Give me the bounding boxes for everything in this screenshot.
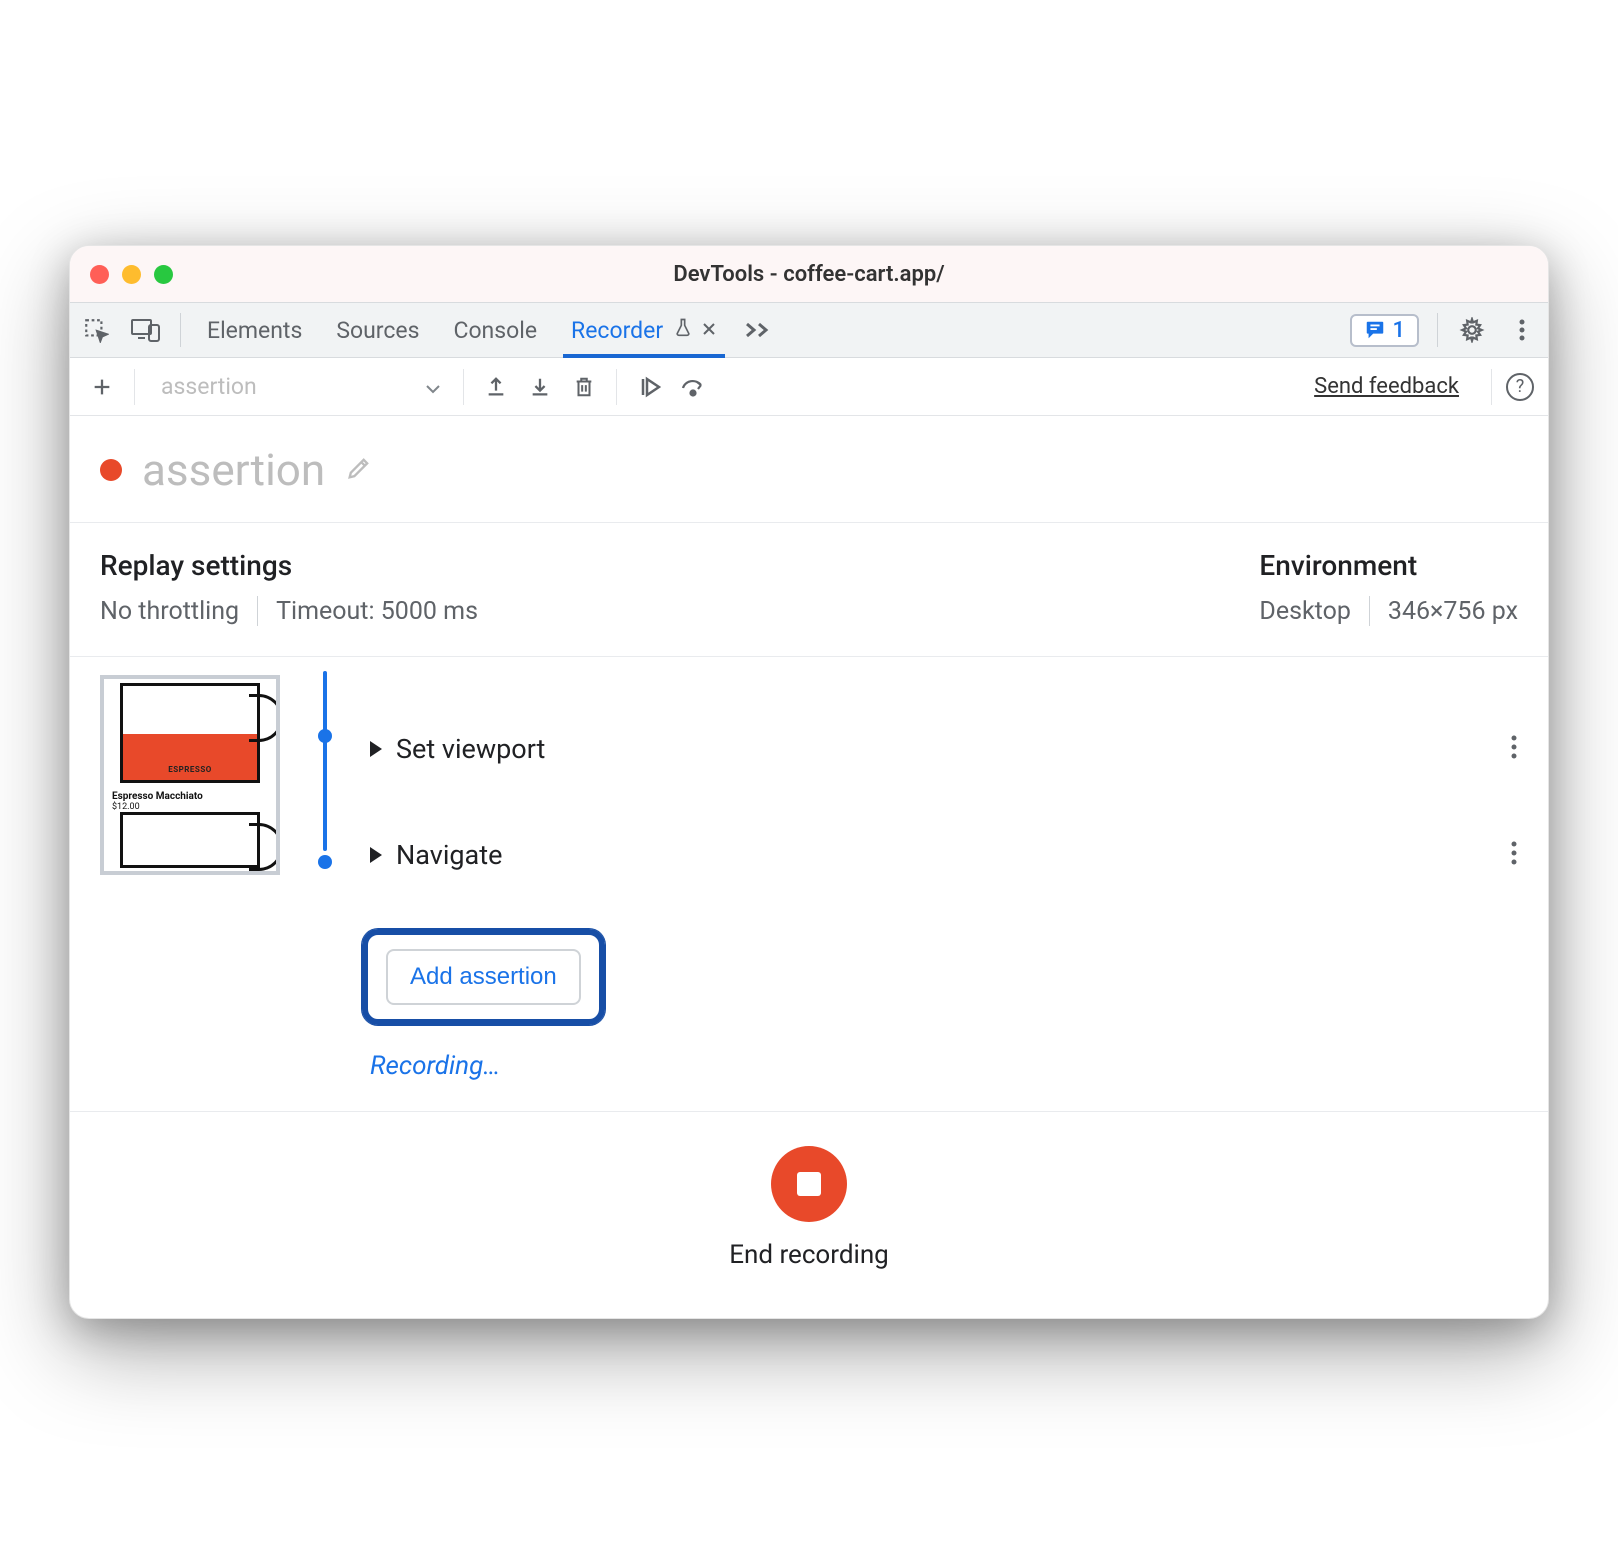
more-options-icon[interactable]	[1506, 314, 1538, 346]
panel-tabstrip: Elements Sources Console Recorder 1	[70, 302, 1548, 358]
step-label: Navigate	[396, 839, 502, 871]
replay-settings-heading: Replay settings	[100, 549, 478, 582]
tab-recorder-label: Recorder	[571, 317, 663, 344]
recording-title: assertion	[142, 444, 325, 496]
import-icon[interactable]	[522, 369, 558, 405]
chat-icon	[1364, 319, 1386, 341]
divider	[1369, 596, 1370, 626]
close-tab-icon[interactable]	[701, 318, 717, 342]
tab-recorder[interactable]: Recorder	[563, 302, 725, 358]
window-title: DevTools - coffee-cart.app/	[70, 262, 1548, 287]
step-menu-icon[interactable]	[1510, 840, 1518, 870]
new-recording-button[interactable]	[84, 369, 120, 405]
titlebar: DevTools - coffee-cart.app/	[70, 246, 1548, 302]
more-tabs-icon[interactable]	[743, 314, 775, 346]
screenshot-thumbnail[interactable]: ESPRESSO Espresso Macchiato $12.00	[100, 675, 280, 875]
tab-elements[interactable]: Elements	[199, 302, 310, 358]
timeline-dot	[318, 729, 332, 743]
edit-title-icon[interactable]	[345, 454, 373, 486]
expand-icon	[370, 847, 382, 863]
cup-label: ESPRESSO	[123, 765, 257, 774]
divider	[257, 596, 258, 626]
expand-icon	[370, 741, 382, 757]
timeout-value[interactable]: Timeout: 5000 ms	[276, 597, 478, 626]
viewport-value: 346×756 px	[1388, 597, 1518, 626]
stop-icon	[797, 1172, 821, 1196]
experimental-icon	[673, 316, 693, 344]
steps-area: ESPRESSO Espresso Macchiato $12.00 Set v…	[70, 657, 1548, 1111]
footer: End recording	[70, 1111, 1548, 1318]
step-over-icon[interactable]	[675, 369, 711, 405]
issues-count: 1	[1392, 318, 1405, 343]
add-assertion-button[interactable]: Add assertion	[386, 949, 581, 1005]
settings-row: Replay settings No throttling Timeout: 5…	[70, 523, 1548, 657]
recording-indicator-icon	[100, 459, 122, 481]
send-feedback-link[interactable]: Send feedback	[1314, 374, 1459, 399]
step-menu-icon[interactable]	[1510, 734, 1518, 764]
product-name: Espresso Macchiato	[112, 791, 268, 802]
step-row[interactable]: Navigate	[370, 811, 1518, 899]
recording-select[interactable]: assertion	[149, 373, 449, 400]
settings-icon[interactable]	[1456, 314, 1488, 346]
replay-settings: Replay settings No throttling Timeout: 5…	[100, 549, 478, 626]
timeline-line	[323, 671, 327, 851]
inspect-element-icon[interactable]	[80, 314, 112, 346]
divider	[616, 369, 617, 405]
divider	[180, 313, 181, 347]
delete-icon[interactable]	[566, 369, 602, 405]
divider	[134, 369, 135, 405]
recorder-toolbar: assertion Send feedback ?	[70, 358, 1548, 416]
device-toolbar-icon[interactable]	[130, 314, 162, 346]
end-recording-button[interactable]	[771, 1146, 847, 1222]
screenshot-column: ESPRESSO Espresso Macchiato $12.00	[100, 657, 280, 1081]
steps-list: Set viewport Navigate Add assertion Reco…	[370, 657, 1518, 1081]
timeline-dot	[318, 855, 332, 869]
divider	[463, 369, 464, 405]
issues-badge[interactable]: 1	[1350, 314, 1419, 347]
step-label: Set viewport	[396, 733, 545, 765]
chevron-down-icon	[425, 373, 441, 400]
replay-icon[interactable]	[631, 369, 667, 405]
timeline	[280, 657, 370, 1081]
tab-sources[interactable]: Sources	[328, 302, 427, 358]
throttling-value[interactable]: No throttling	[100, 597, 239, 626]
tab-console[interactable]: Console	[445, 302, 545, 358]
environment-heading: Environment	[1259, 549, 1518, 582]
divider	[1437, 313, 1438, 347]
device-value: Desktop	[1259, 597, 1350, 626]
environment-settings: Environment Desktop 346×756 px	[1259, 549, 1518, 626]
help-icon[interactable]: ?	[1506, 373, 1534, 401]
recording-select-value: assertion	[161, 373, 257, 400]
step-row[interactable]: Set viewport	[370, 705, 1518, 793]
end-recording-label: End recording	[729, 1240, 889, 1270]
recording-status: Recording…	[370, 1051, 1518, 1081]
devtools-window: DevTools - coffee-cart.app/ Elements Sou…	[69, 245, 1549, 1319]
add-assertion-highlight: Add assertion	[362, 929, 605, 1025]
export-icon[interactable]	[478, 369, 514, 405]
product-price: $12.00	[112, 802, 268, 812]
divider	[1491, 369, 1492, 405]
recording-heading: assertion	[70, 416, 1548, 523]
